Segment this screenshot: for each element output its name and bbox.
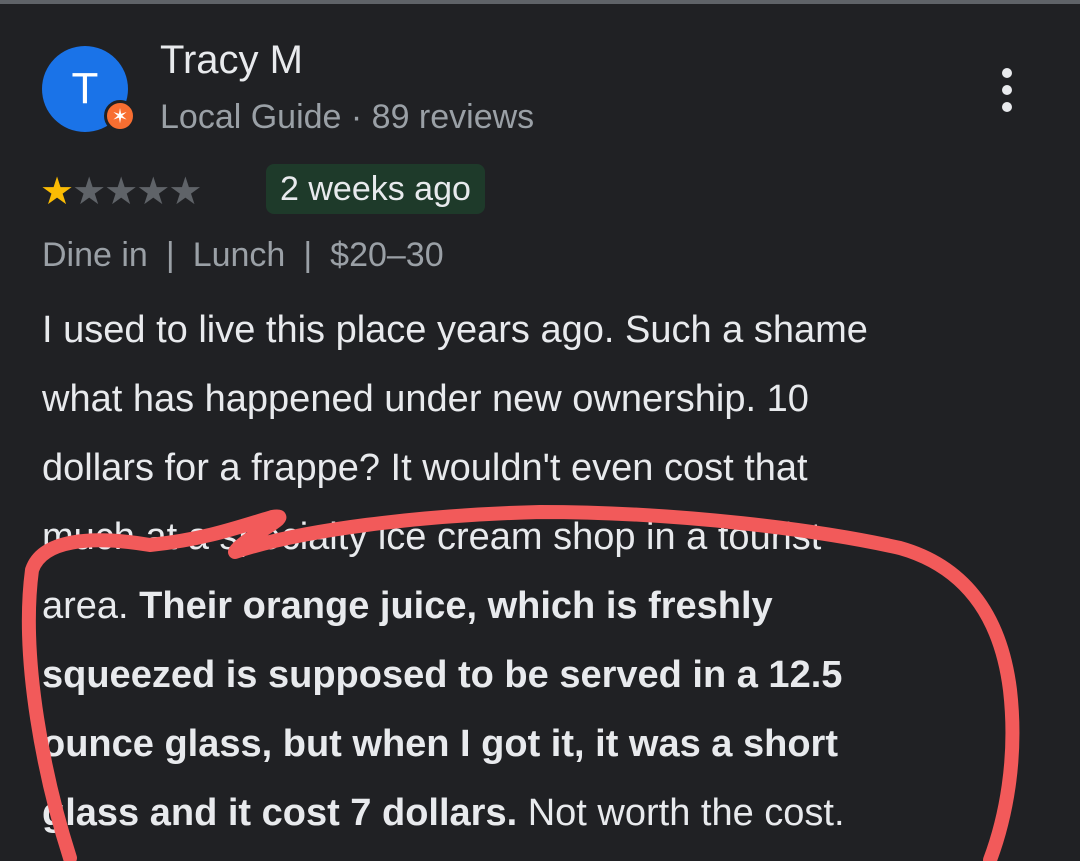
- star-icon: ★: [136, 169, 170, 213]
- star-icon: ★: [40, 169, 74, 213]
- review-text-plain: dollars for a frappe? It wouldn't even c…: [42, 447, 808, 489]
- more-options-button[interactable]: [986, 62, 1030, 118]
- local-guide-info[interactable]: Local Guide · 89 reviews: [160, 98, 534, 137]
- review-line: glass and it cost 7 dollars. Not worth t…: [42, 779, 1032, 848]
- review-text-plain: what has happened under new ownership. 1…: [42, 378, 809, 420]
- review-text-plain: much at a specialty ice cream shop in a …: [42, 516, 822, 558]
- review-line: much at a specialty ice cream shop in a …: [42, 503, 1032, 572]
- more-vert-icon-dot: [1002, 68, 1012, 78]
- review-line: what has happened under new ownership. 1…: [42, 365, 1032, 434]
- review-line: area. Their orange juice, which is fresh…: [42, 572, 1032, 641]
- review-body: I used to live this place years ago. Suc…: [42, 296, 1032, 848]
- review-text-plain: area.: [42, 585, 140, 627]
- reviewer-name[interactable]: Tracy M: [160, 38, 303, 83]
- star-rating: ★★★★★: [40, 168, 202, 214]
- star-icon: ★: [104, 169, 138, 213]
- star-icon: ★: [72, 169, 106, 213]
- tag-separator: |: [303, 236, 313, 274]
- review-time-badge: 2 weeks ago: [266, 164, 485, 214]
- tag-meal: Lunch: [192, 236, 286, 274]
- top-divider: [0, 0, 1080, 4]
- local-guide-star-icon: ✶: [104, 100, 136, 132]
- review-text-bold: squeezed is supposed to be served in a 1…: [42, 654, 843, 696]
- tag-price: $20–30: [330, 236, 444, 274]
- star-icon: ★: [168, 169, 202, 213]
- review-text-bold: Their orange juice, which is freshly: [139, 585, 773, 627]
- visit-tags: Dine in | Lunch | $20–30: [42, 236, 444, 275]
- more-vert-icon-dot: [1002, 85, 1012, 95]
- review-text-bold: ounce glass, but when I got it, it was a…: [42, 723, 838, 765]
- review-line: I used to live this place years ago. Suc…: [42, 296, 1032, 365]
- tag-dine-in: Dine in: [42, 236, 148, 274]
- review-line: squeezed is supposed to be served in a 1…: [42, 641, 1032, 710]
- review-text-plain: I used to live this place years ago. Suc…: [42, 309, 868, 351]
- review-line: dollars for a frappe? It wouldn't even c…: [42, 434, 1032, 503]
- tag-separator: |: [165, 236, 175, 274]
- review-line: ounce glass, but when I got it, it was a…: [42, 710, 1032, 779]
- review-text-plain: Not worth the cost.: [517, 792, 845, 834]
- review-text-bold: glass and it cost 7 dollars.: [42, 792, 518, 834]
- more-vert-icon-dot: [1002, 102, 1012, 112]
